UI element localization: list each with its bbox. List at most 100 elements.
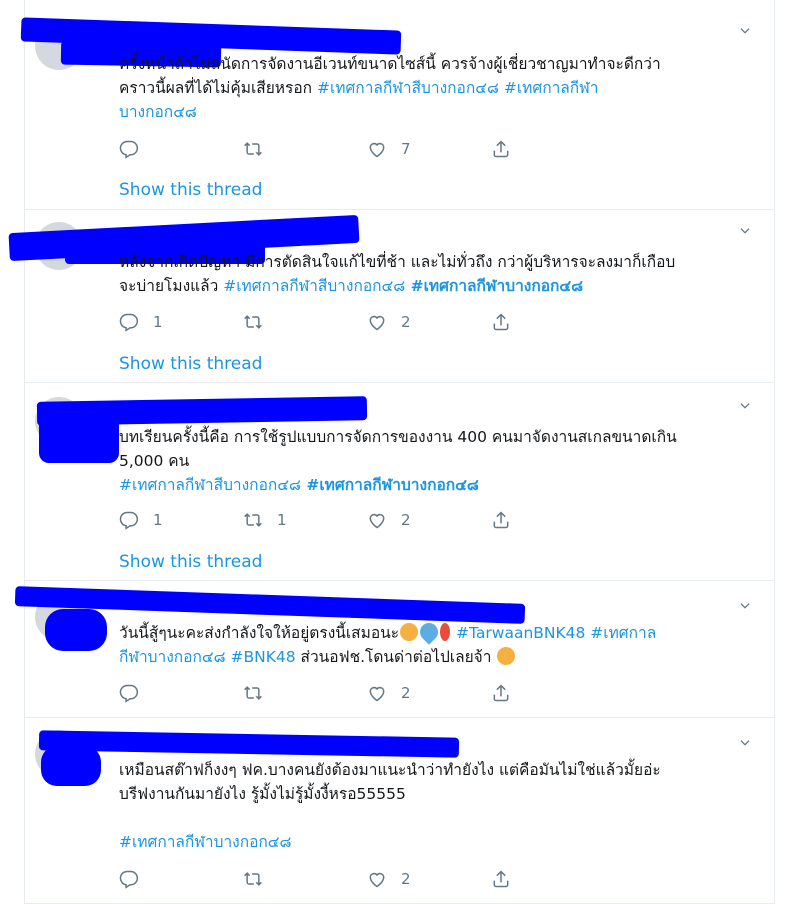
like-button[interactable]: 2: [367, 680, 411, 706]
tweet-line: ครั้งหน้าถ้าไม่ถนัดการจัดงานอีเวนท์ขนาดไ…: [119, 55, 661, 73]
tweet-line: คราวนี้ผลที่ได้ไม่คุ้มเสียหรอก #เทศกาลกี…: [119, 76, 739, 100]
tweet-line: 5,000 คน: [119, 452, 190, 470]
share-icon: [491, 683, 511, 703]
heart-icon: [367, 312, 387, 332]
tweet-text-fragment: จะบ่ายโมงแล้ว: [119, 277, 224, 295]
reply-button[interactable]: 1: [119, 507, 163, 533]
retweet-button[interactable]: 1: [243, 507, 287, 533]
tweet-actions: 7: [119, 136, 539, 162]
hashtag-link[interactable]: #เทศกาลกีฬาบางกอก๔๘: [301, 476, 479, 494]
hashtag-link[interactable]: #เทศกาลกีฬาสีบางกอก๔๘: [223, 277, 405, 295]
blushing-face-emoji-icon: [497, 647, 516, 665]
tweet-line: #เทศกาลกีฬาสีบางกอก๔๘ #เทศกาลกีฬาบางกอก๔…: [119, 473, 739, 497]
retweet-button[interactable]: [243, 136, 277, 162]
retweet-icon: [243, 869, 263, 889]
redaction-bar: [39, 413, 119, 463]
hashtag-link[interactable]: บางกอก๔๘: [119, 100, 739, 124]
tweet[interactable]: เหมือนสต๊าฟก็งงๆ ฟค.บางคนยังต้องมาแนะนำว…: [25, 718, 774, 904]
tweet-text: หลังจากเกิดปัญหา มีการตัดสินใจแก้ไขที่ช้…: [119, 250, 739, 298]
tweet[interactable]: ครั้งหน้าถ้าไม่ถนัดการจัดงานอีเวนท์ขนาดไ…: [20, 0, 774, 210]
tweet-text-fragment: ส่วนอฟช.โดนด่าต่อไปเลยจ้า: [295, 648, 497, 666]
reply-icon: [119, 683, 139, 703]
hashtag-link[interactable]: #เทศกาลกีฬา: [499, 79, 599, 97]
smiling-face-emoji-icon: [400, 623, 419, 641]
show-thread-link[interactable]: Show this thread: [119, 552, 262, 572]
like-count: 7: [401, 140, 411, 158]
heart-icon: [367, 683, 387, 703]
tweet-text-fragment: วันนี้สู้ๆนะคะส่งกำลังใจให้อยู่ตรงนี้เสม…: [119, 624, 400, 642]
retweet-icon: [243, 139, 263, 159]
tweet-text: ครั้งหน้าถ้าไม่ถนัดการจัดงานอีเวนท์ขนาดไ…: [119, 52, 739, 124]
reply-icon: [119, 510, 139, 530]
tweet-text-fragment: คราวนี้ผลที่ได้ไม่คุ้มเสียหรอก: [119, 79, 317, 97]
tweet-line: บทเรียนครั้งนี้คือ การใช้รูปแบบการจัดการ…: [119, 428, 677, 446]
redaction-bar: [41, 746, 101, 786]
like-count: 2: [401, 313, 411, 331]
share-button[interactable]: [491, 136, 511, 162]
reply-button[interactable]: [119, 866, 153, 892]
hashtag-link[interactable]: #เทศกาลกีฬาบางกอก๔๘: [119, 830, 739, 854]
tweet-text: บทเรียนครั้งนี้คือ การใช้รูปแบบการจัดการ…: [119, 425, 739, 497]
tweet-actions: 2: [119, 680, 539, 706]
like-button[interactable]: 7: [367, 136, 411, 162]
redaction-bar: [45, 609, 107, 651]
like-button[interactable]: 2: [367, 866, 411, 892]
tweet-line: บรีฟงานกันมายังไง รู้มั้งไม่รู้มั้งงี้หร…: [119, 785, 406, 803]
reply-count: 1: [153, 313, 163, 331]
heart-icon: [367, 139, 387, 159]
retweet-icon: [243, 312, 263, 332]
tweet-text: วันนี้สู้ๆนะคะส่งกำลังใจให้อยู่ตรงนี้เสม…: [119, 619, 739, 669]
retweet-button[interactable]: [243, 866, 277, 892]
tweet-line: กีฬาบางกอก๔๘ #BNK48 ส่วนอฟช.โดนด่าต่อไปเ…: [119, 645, 739, 669]
share-icon: [491, 139, 511, 159]
like-count: 2: [401, 684, 411, 702]
tweet[interactable]: หลังจากเกิดปัญหา มีการตัดสินใจแก้ไขที่ช้…: [8, 210, 774, 383]
tweet-spacer: [119, 806, 739, 830]
share-button[interactable]: [491, 309, 511, 335]
reply-button[interactable]: [119, 136, 153, 162]
retweet-icon: [243, 510, 263, 530]
share-icon: [491, 312, 511, 332]
tweet-line: วันนี้สู้ๆนะคะส่งกำลังใจให้อยู่ตรงนี้เสม…: [119, 619, 739, 645]
hashtag-link[interactable]: #เทศกาลกีฬาบางกอก๔๘: [405, 277, 584, 295]
like-count: 2: [401, 870, 411, 888]
retweet-count: 1: [277, 511, 287, 529]
reply-button[interactable]: [119, 680, 153, 706]
reply-button[interactable]: 1: [119, 309, 163, 335]
share-button[interactable]: [491, 507, 511, 533]
reply-icon: [119, 869, 139, 889]
like-count: 2: [401, 511, 411, 529]
chevron-down-icon[interactable]: [738, 224, 752, 238]
share-button[interactable]: [491, 680, 511, 706]
tweet[interactable]: วันนี้สู้ๆนะคะส่งกำลังใจให้อยู่ตรงนี้เสม…: [14, 581, 774, 718]
hashtag-link[interactable]: #TarwaanBNK48 #เทศกาล: [451, 624, 656, 642]
tweet-text: เหมือนสต๊าฟก็งงๆ ฟค.บางคนยังต้องมาแนะนำว…: [119, 758, 739, 854]
tweet-actions: 1 1 2: [119, 507, 539, 533]
share-button[interactable]: [491, 866, 511, 892]
timeline: ครั้งหน้าถ้าไม่ถนัดการจัดงานอีเวนท์ขนาดไ…: [8, 0, 775, 904]
retweet-icon: [243, 683, 263, 703]
hashtag-link[interactable]: กีฬาบางกอก๔๘ #BNK48: [119, 648, 296, 666]
tweet-line: จะบ่ายโมงแล้ว #เทศกาลกีฬาสีบางกอก๔๘ #เทศ…: [119, 274, 739, 298]
hashtag-link[interactable]: #เทศกาลกีฬาสีบางกอก๔๘: [317, 79, 499, 97]
heart-icon: [367, 869, 387, 889]
chevron-down-icon[interactable]: [738, 599, 752, 613]
show-thread-link[interactable]: Show this thread: [119, 354, 262, 374]
like-button[interactable]: 2: [367, 507, 411, 533]
tweet-actions: 1 2: [119, 309, 539, 335]
tweet-line: เหมือนสต๊าฟก็งงๆ ฟค.บางคนยังต้องมาแนะนำว…: [119, 761, 661, 779]
tweet[interactable]: บทเรียนครั้งนี้คือ การใช้รูปแบบการจัดการ…: [25, 383, 774, 581]
retweet-button[interactable]: [243, 309, 277, 335]
hashtag-link[interactable]: #เทศกาลกีฬาสีบางกอก๔๘: [119, 476, 301, 494]
show-thread-link[interactable]: Show this thread: [119, 180, 262, 200]
reply-icon: [119, 312, 139, 332]
chevron-down-icon[interactable]: [738, 736, 752, 750]
balloon-emoji-icon: [440, 623, 451, 641]
retweet-button[interactable]: [243, 680, 277, 706]
chevron-down-icon[interactable]: [738, 399, 752, 413]
share-icon: [491, 869, 511, 889]
like-button[interactable]: 2: [367, 309, 411, 335]
blue-heart-emoji-icon: [416, 619, 442, 645]
reply-count: 1: [153, 511, 163, 529]
chevron-down-icon[interactable]: [738, 24, 752, 38]
